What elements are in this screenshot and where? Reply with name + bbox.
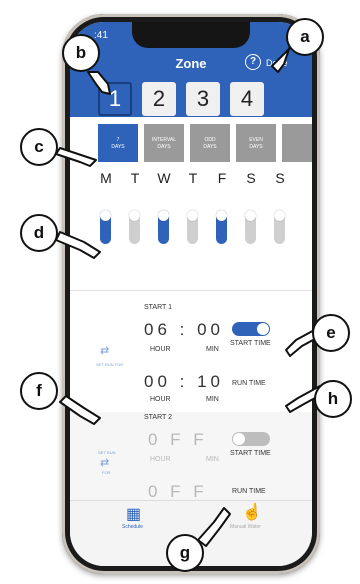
callout-g: g: [166, 534, 204, 572]
callout-arrows: [55, 39, 327, 547]
arrow-g: [197, 507, 231, 547]
callout-f: f: [20, 372, 58, 410]
arrow-b: [87, 71, 111, 95]
callout-c: c: [20, 128, 58, 166]
callout-d: d: [20, 214, 58, 252]
arrow-d: [55, 231, 101, 259]
callout-e: e: [312, 314, 350, 352]
callout-h: h: [314, 380, 352, 418]
arrow-f: [59, 395, 101, 425]
arrow-c: [55, 147, 97, 167]
callout-b: b: [62, 34, 100, 72]
callout-a: a: [286, 18, 324, 56]
